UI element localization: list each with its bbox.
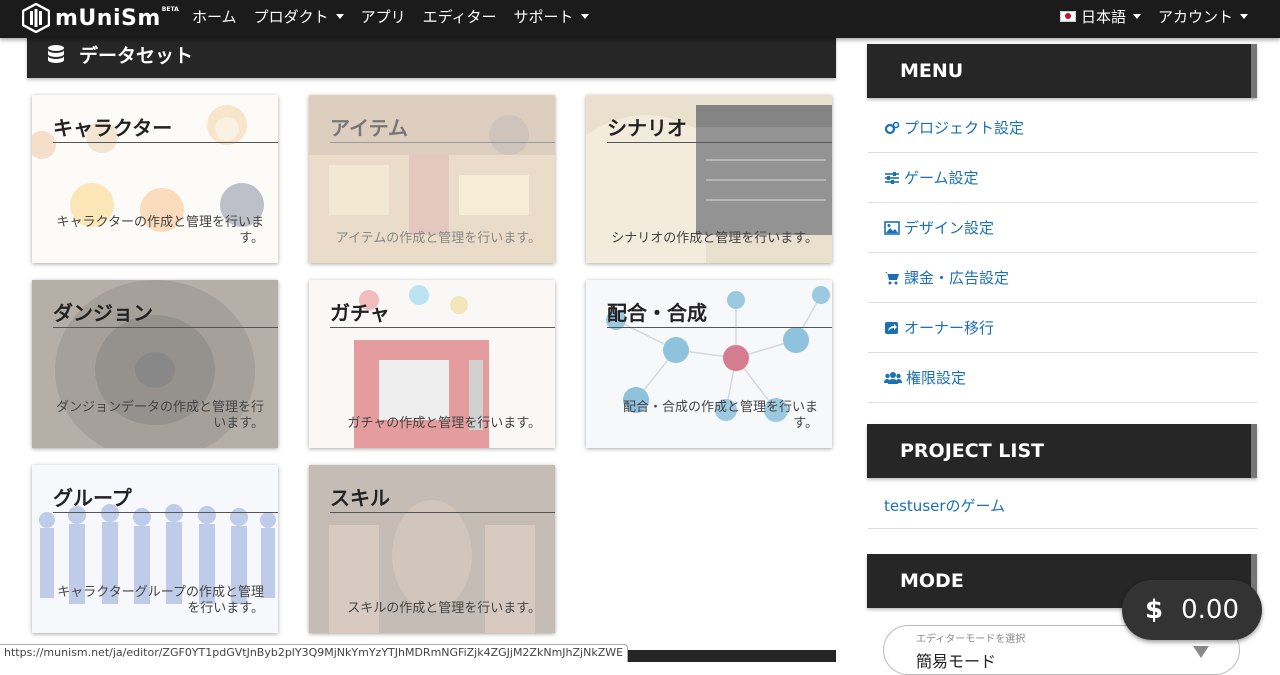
card-title: シナリオ — [607, 112, 832, 143]
brand-name: mUniSm — [55, 5, 161, 31]
caret-down-icon — [335, 13, 344, 19]
nav-support-label: サポート — [513, 7, 574, 26]
card-title: ダンジョン — [53, 297, 278, 328]
card-character[interactable]: キャラクター キャラクターの作成と管理を行います。 — [32, 95, 278, 263]
nav-editor-label: エディター — [422, 7, 497, 26]
nav-support-dropdown[interactable]: サポート — [514, 6, 589, 27]
menu-header: MENU — [867, 44, 1257, 98]
dollar-icon: $ — [1145, 595, 1164, 625]
card-dungeon[interactable]: ダンジョン ダンジョンデータの作成と管理を行います。 — [32, 280, 278, 448]
image-icon — [884, 220, 900, 235]
share-icon — [885, 321, 898, 334]
account-dropdown[interactable]: アカウント — [1158, 6, 1248, 27]
caret-down-icon — [1240, 13, 1248, 19]
dataset-header: データセット — [27, 31, 836, 78]
card-group[interactable]: グループ キャラクターグループの作成と管理を行います。 — [32, 465, 278, 633]
menu-item-label: 権限設定 — [906, 369, 967, 387]
card-title: アイテム — [330, 112, 555, 143]
account-label: アカウント — [1157, 7, 1233, 26]
card-gacha[interactable]: ガチャ ガチャの作成と管理を行います。 — [309, 280, 555, 448]
card-description: アイテムの作成と管理を行います。 — [335, 231, 541, 246]
project-name: testuserのゲーム — [884, 497, 1006, 515]
cart-icon — [885, 271, 899, 284]
user-nav: 日本語 アカウント — [1043, 0, 1248, 32]
card-description: ガチャの作成と管理を行います。 — [347, 416, 541, 431]
card-title: ガチャ — [330, 297, 555, 328]
card-description: スキルの作成と管理を行います。 — [347, 601, 541, 616]
balance-button[interactable]: $ 0.00 — [1122, 580, 1262, 640]
caret-down-icon — [580, 13, 589, 19]
card-description: 配合・合成の作成と管理を行います。 — [622, 400, 818, 431]
card-description: キャラクターの作成と管理を行います。 — [56, 215, 264, 246]
menu-item-billing-ads-settings[interactable]: 課金・広告設定 — [868, 253, 1257, 303]
caret-down-icon — [1132, 13, 1141, 19]
card-title: 配合・合成 — [607, 297, 832, 328]
menu-item-owner-transfer[interactable]: オーナー移行 — [868, 303, 1257, 353]
card-title: グループ — [53, 482, 278, 513]
language-label: 日本語 — [1080, 7, 1126, 26]
menu-item-label: デザイン設定 — [904, 219, 995, 237]
main-nav: ホーム プロダクト アプリ エディター サポート — [192, 0, 606, 32]
card-description: シナリオの作成と管理を行います。 — [611, 231, 818, 246]
users-icon — [884, 371, 902, 384]
menu-item-label: 課金・広告設定 — [904, 269, 1010, 287]
brand-logo-link[interactable]: mUniSm BETA — [22, 2, 179, 34]
page-title: データセット — [79, 45, 194, 67]
menu-item-project-settings[interactable]: プロジェクト設定 — [868, 103, 1257, 153]
project-list-header: PROJECT LIST — [867, 424, 1257, 478]
menu-item-label: ゲーム設定 — [904, 169, 979, 187]
nav-editor[interactable]: エディター — [423, 6, 497, 27]
nav-products-dropdown[interactable]: プロダクト — [254, 6, 344, 27]
card-skill[interactable]: スキル スキルの作成と管理を行います。 — [309, 465, 555, 633]
top-navbar: mUniSm BETA ホーム プロダクト アプリ エディター サポート 日本語… — [0, 0, 1280, 38]
card-item[interactable]: アイテム アイテムの作成と管理を行います。 — [309, 95, 555, 263]
browser-status-url: https://munism.net/ja/editor/ZGF0YT1pdGV… — [0, 644, 629, 662]
card-description: キャラクターグループの作成と管理を行います。 — [57, 585, 264, 616]
nav-home-label: ホーム — [192, 7, 237, 26]
nav-apps[interactable]: アプリ — [361, 6, 406, 27]
menu-item-permission-settings[interactable]: 権限設定 — [868, 353, 1257, 403]
card-title: キャラクター — [53, 112, 278, 143]
menu-item-game-settings[interactable]: ゲーム設定 — [868, 153, 1257, 203]
nav-products-label: プロダクト — [253, 7, 329, 26]
menu-item-label: プロジェクト設定 — [904, 119, 1025, 137]
project-list-item[interactable]: testuserのゲーム — [868, 483, 1257, 529]
database-icon — [48, 44, 64, 63]
gears-icon — [884, 121, 900, 134]
nav-home[interactable]: ホーム — [192, 6, 237, 27]
menu-item-design-settings[interactable]: デザイン設定 — [868, 203, 1257, 253]
sliders-icon — [885, 171, 899, 184]
munism-logo-icon — [22, 3, 50, 33]
japan-flag-icon — [1059, 10, 1076, 22]
menu-item-label: オーナー移行 — [904, 319, 995, 337]
triangle-down-icon — [1193, 646, 1209, 658]
editor-mode-select-value: 簡易モード — [916, 652, 997, 671]
card-title: スキル — [330, 482, 555, 513]
nav-apps-label: アプリ — [360, 7, 406, 26]
card-synthesis[interactable]: 配合・合成 配合・合成の作成と管理を行います。 — [586, 280, 832, 448]
section-footer-bar — [620, 650, 836, 662]
brand-beta-badge: BETA — [161, 5, 179, 13]
language-dropdown[interactable]: 日本語 — [1059, 6, 1141, 27]
editor-mode-select-label: エディターモードを選択 — [916, 634, 1026, 645]
card-description: ダンジョンデータの作成と管理を行います。 — [55, 400, 264, 431]
card-scenario[interactable]: シナリオ シナリオの作成と管理を行います。 — [586, 95, 832, 263]
balance-amount: 0.00 — [1181, 595, 1239, 625]
